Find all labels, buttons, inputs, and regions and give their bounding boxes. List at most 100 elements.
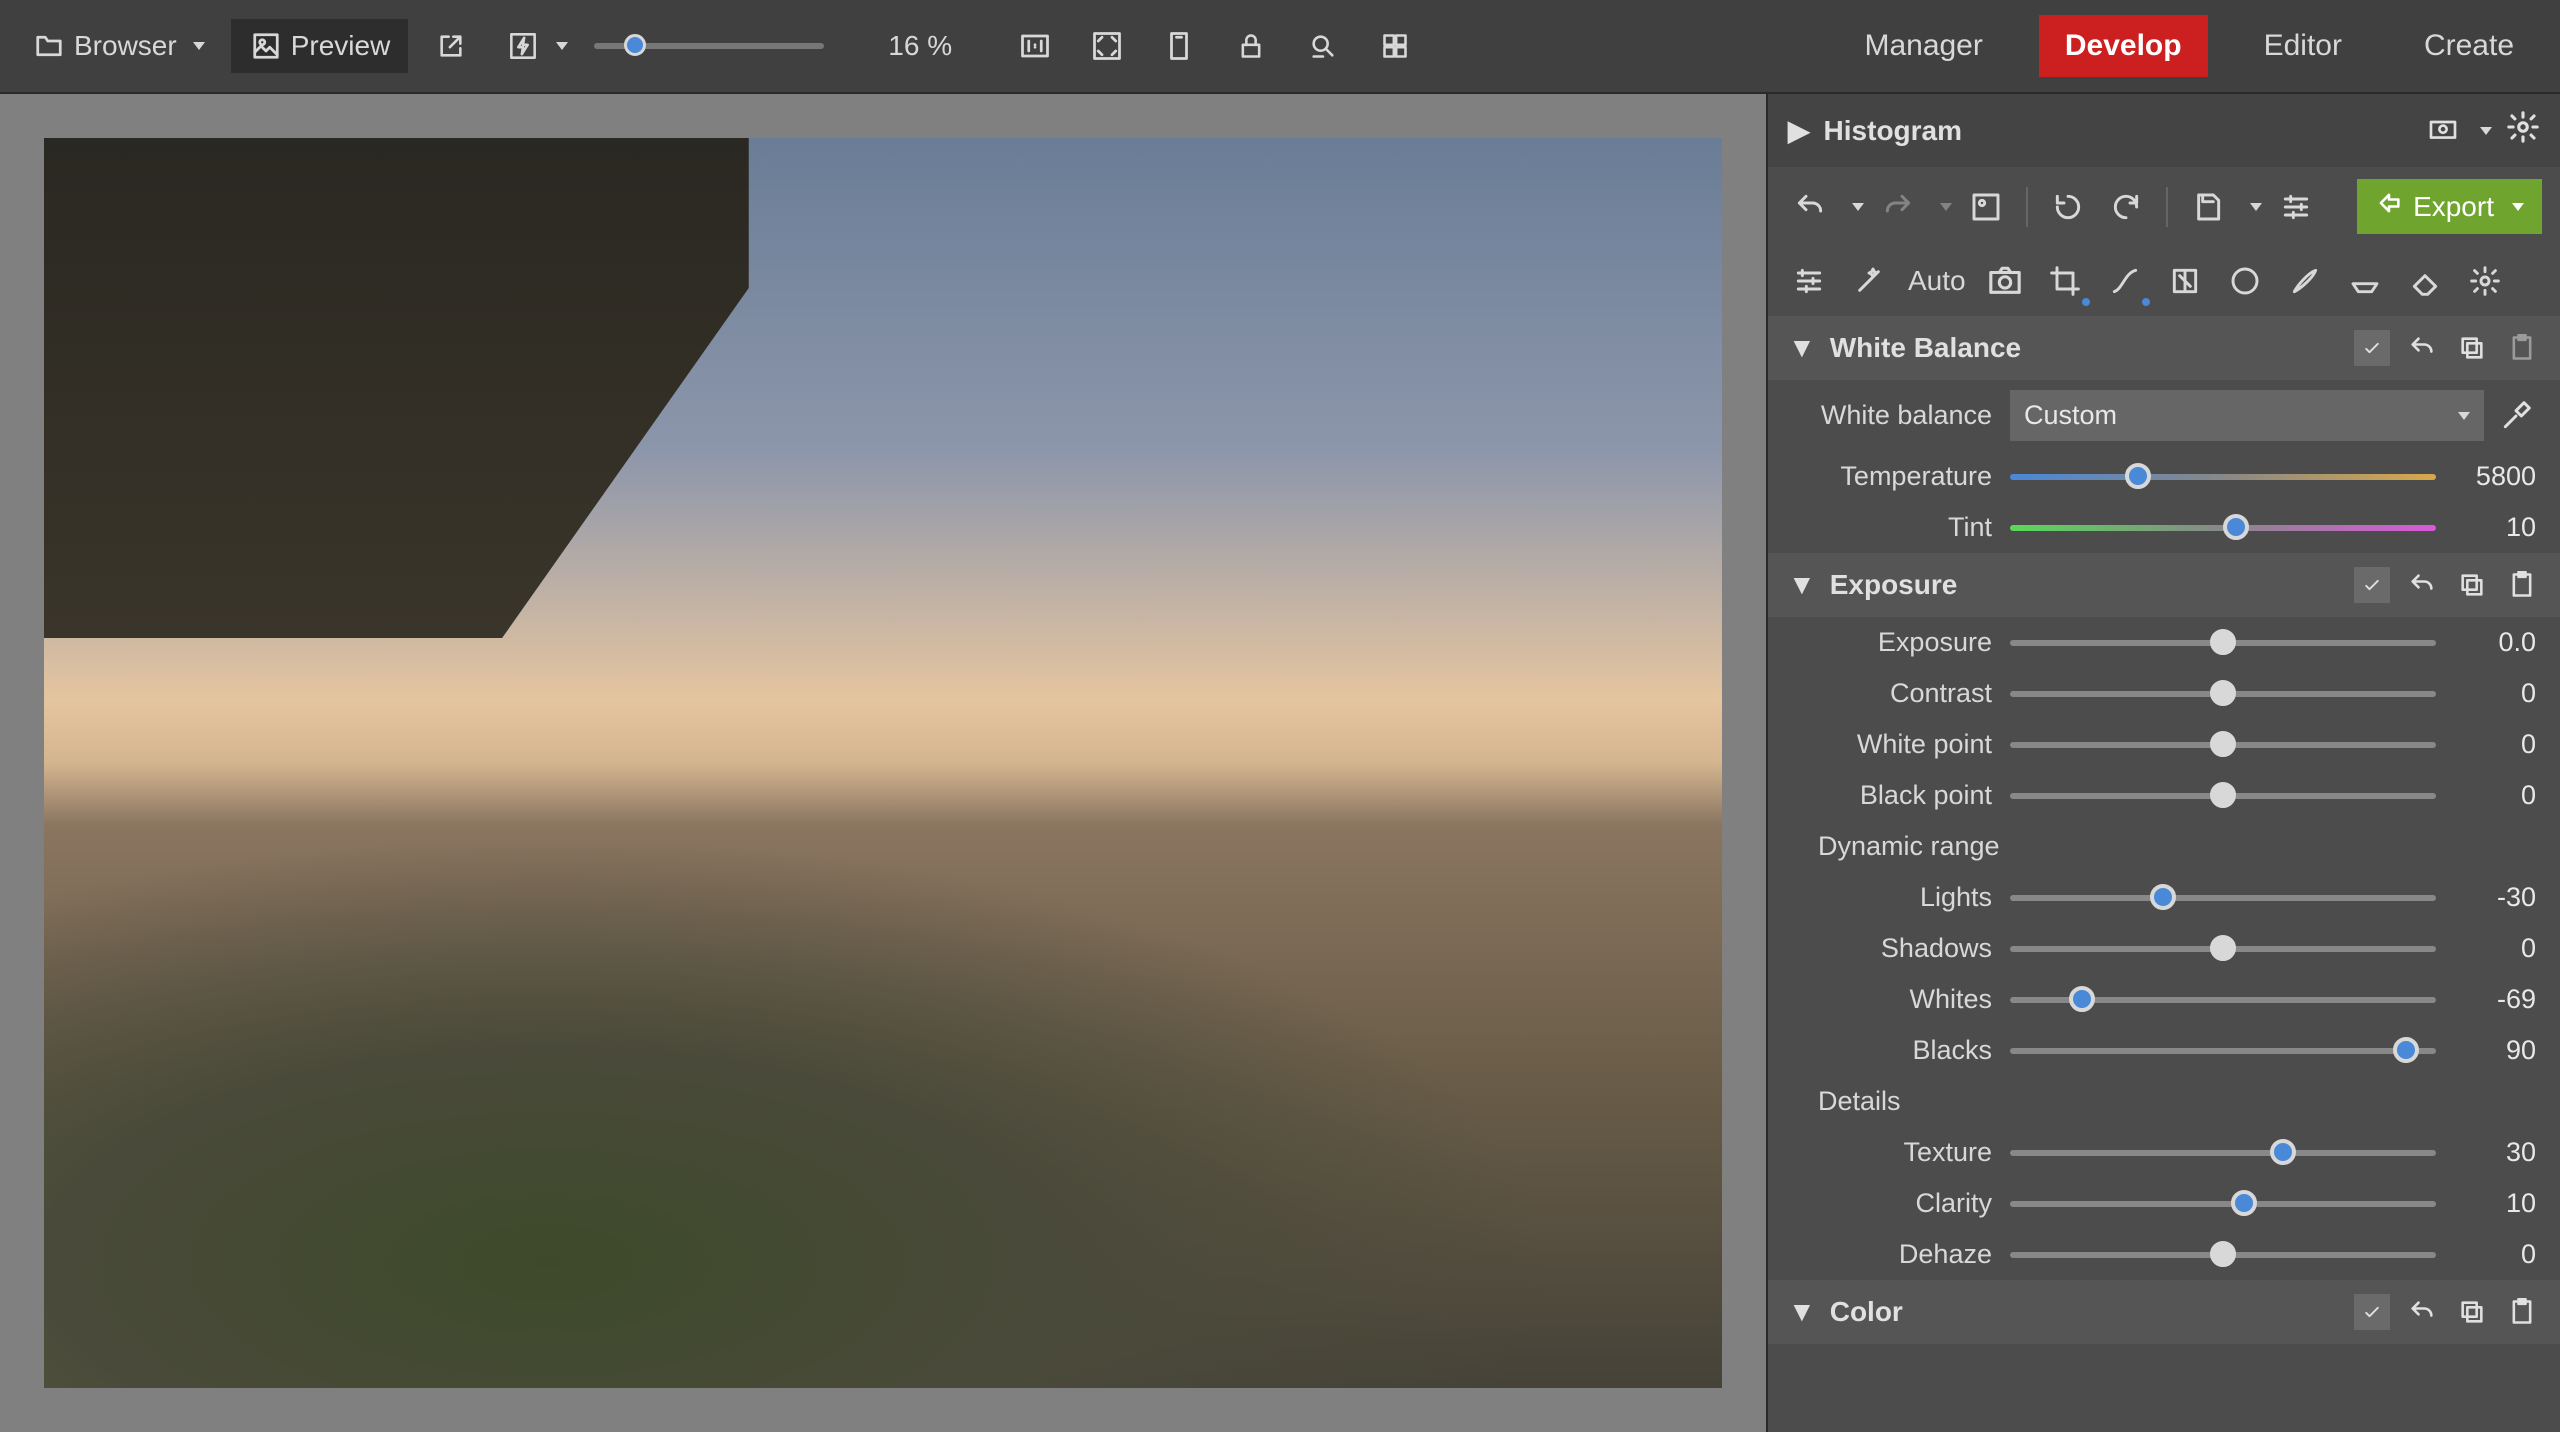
exposure-label: Exposure xyxy=(1792,627,1992,658)
dropdown-caret-icon[interactable] xyxy=(1940,203,1952,211)
camera-small-icon[interactable] xyxy=(2428,115,2458,147)
exposure-header[interactable]: ▼ Exposure xyxy=(1768,553,2560,617)
whites-slider[interactable] xyxy=(2010,997,2436,1003)
folder-image-icon xyxy=(32,29,66,63)
overscan-button[interactable] xyxy=(1150,21,1208,71)
eraser-tool[interactable] xyxy=(2404,260,2446,302)
image-canvas[interactable] xyxy=(0,94,1766,1432)
wb-mode-select[interactable]: Custom xyxy=(2010,390,2484,441)
gear-icon[interactable] xyxy=(2506,110,2540,151)
blackpoint-value[interactable]: 0 xyxy=(2456,780,2536,811)
histogram-header[interactable]: ▶ Histogram xyxy=(1768,94,2560,167)
section-paste-icon[interactable] xyxy=(2504,330,2540,366)
gradient-tool[interactable] xyxy=(2344,260,2386,302)
exposure-title: Exposure xyxy=(1830,569,2354,601)
save-button[interactable] xyxy=(2184,183,2232,231)
lights-value[interactable]: -30 xyxy=(2456,882,2536,913)
shadows-value[interactable]: 0 xyxy=(2456,933,2536,964)
actual-pixels-button[interactable] xyxy=(1006,21,1064,71)
browser-dropdown[interactable]: Browser xyxy=(20,21,217,71)
color-header[interactable]: ▼ Color xyxy=(1768,1280,2560,1344)
curves-tool[interactable] xyxy=(2104,260,2146,302)
tint-slider[interactable] xyxy=(2010,525,2436,531)
dropdown-caret-icon xyxy=(2480,127,2492,135)
clarity-value[interactable]: 10 xyxy=(2456,1188,2536,1219)
eyedropper-button[interactable] xyxy=(2496,396,2536,436)
brush-tool[interactable] xyxy=(2284,260,2326,302)
zoom-slider[interactable] xyxy=(594,43,824,49)
dehaze-value[interactable]: 0 xyxy=(2456,1239,2536,1270)
open-external-button[interactable] xyxy=(422,21,480,71)
rotate-left-button[interactable] xyxy=(2044,183,2092,231)
gear-tool[interactable] xyxy=(2464,260,2506,302)
dropdown-caret-icon xyxy=(2512,203,2524,211)
whitepoint-slider[interactable] xyxy=(2010,742,2436,748)
tab-develop[interactable]: Develop xyxy=(2039,15,2208,77)
section-reset-icon[interactable] xyxy=(2404,1294,2440,1330)
section-copy-icon[interactable] xyxy=(2454,1294,2490,1330)
whitepoint-value[interactable]: 0 xyxy=(2456,729,2536,760)
histogram-title: Histogram xyxy=(1824,115,2428,147)
white-balance-header[interactable]: ▼ White Balance xyxy=(1768,316,2560,380)
contrast-value[interactable]: 0 xyxy=(2456,678,2536,709)
section-copy-icon[interactable] xyxy=(2454,567,2490,603)
redo-button[interactable] xyxy=(1874,183,1922,231)
dropdown-caret-icon[interactable] xyxy=(1852,203,1864,211)
dropdown-caret-icon[interactable] xyxy=(2250,203,2262,211)
tab-manager[interactable]: Manager xyxy=(1838,15,2008,77)
history-action-row: Export xyxy=(1768,167,2560,246)
tab-editor[interactable]: Editor xyxy=(2238,15,2368,77)
chevron-down-icon: ▼ xyxy=(1788,569,1816,601)
lights-slider[interactable] xyxy=(2010,895,2436,901)
dehaze-slider[interactable] xyxy=(2010,1252,2436,1258)
blackpoint-label: Black point xyxy=(1792,780,1992,811)
radial-tool[interactable] xyxy=(2224,260,2266,302)
section-copy-icon[interactable] xyxy=(2454,330,2490,366)
compare-button[interactable] xyxy=(1962,183,2010,231)
whites-value[interactable]: -69 xyxy=(2456,984,2536,1015)
temperature-value[interactable]: 5800 xyxy=(2456,461,2536,492)
section-paste-icon[interactable] xyxy=(2504,567,2540,603)
tab-create[interactable]: Create xyxy=(2398,15,2540,77)
section-check-icon[interactable] xyxy=(2354,330,2390,366)
section-check-icon[interactable] xyxy=(2354,1294,2390,1330)
settings-sliders-button[interactable] xyxy=(2272,183,2320,231)
undo-button[interactable] xyxy=(1786,183,1834,231)
dropdown-caret-icon xyxy=(2458,412,2470,420)
contrast-slider[interactable] xyxy=(2010,691,2436,697)
rotate-right-button[interactable] xyxy=(2102,183,2150,231)
clarity-slider[interactable] xyxy=(2010,1201,2436,1207)
temperature-slider[interactable] xyxy=(2010,474,2436,480)
camera-tool[interactable] xyxy=(1984,260,2026,302)
blacks-slider[interactable] xyxy=(2010,1048,2436,1054)
blackpoint-slider[interactable] xyxy=(2010,793,2436,799)
section-reset-icon[interactable] xyxy=(2404,567,2440,603)
zoom-level: 16 % xyxy=(888,30,952,62)
find-button[interactable] xyxy=(1294,21,1352,71)
texture-value[interactable]: 30 xyxy=(2456,1137,2536,1168)
exposure-value[interactable]: 0.0 xyxy=(2456,627,2536,658)
exposure-slider[interactable] xyxy=(2010,640,2436,646)
grid-button[interactable] xyxy=(1366,21,1424,71)
tint-value[interactable]: 10 xyxy=(2456,512,2536,543)
one-to-one-icon xyxy=(1018,29,1052,63)
blacks-label: Blacks xyxy=(1792,1035,1992,1066)
crop-tool[interactable] xyxy=(2044,260,2086,302)
magic-wand-tool[interactable] xyxy=(1848,260,1890,302)
shadows-slider[interactable] xyxy=(2010,946,2436,952)
section-reset-icon[interactable] xyxy=(2404,330,2440,366)
export-button[interactable]: Export xyxy=(2357,179,2542,234)
auto-button[interactable]: Auto xyxy=(1908,265,1966,297)
overlay-tool[interactable] xyxy=(2164,260,2206,302)
fit-screen-button[interactable] xyxy=(1078,21,1136,71)
texture-slider[interactable] xyxy=(2010,1150,2436,1156)
lock-button[interactable] xyxy=(1222,21,1280,71)
section-paste-icon[interactable] xyxy=(2504,1294,2540,1330)
search-minus-icon xyxy=(1306,29,1340,63)
section-check-icon[interactable] xyxy=(2354,567,2390,603)
zoom-slider-thumb[interactable] xyxy=(624,34,646,56)
flash-dropdown[interactable] xyxy=(494,21,580,71)
preview-button[interactable]: Preview xyxy=(231,19,409,73)
adjustments-tool[interactable] xyxy=(1788,260,1830,302)
blacks-value[interactable]: 90 xyxy=(2456,1035,2536,1066)
